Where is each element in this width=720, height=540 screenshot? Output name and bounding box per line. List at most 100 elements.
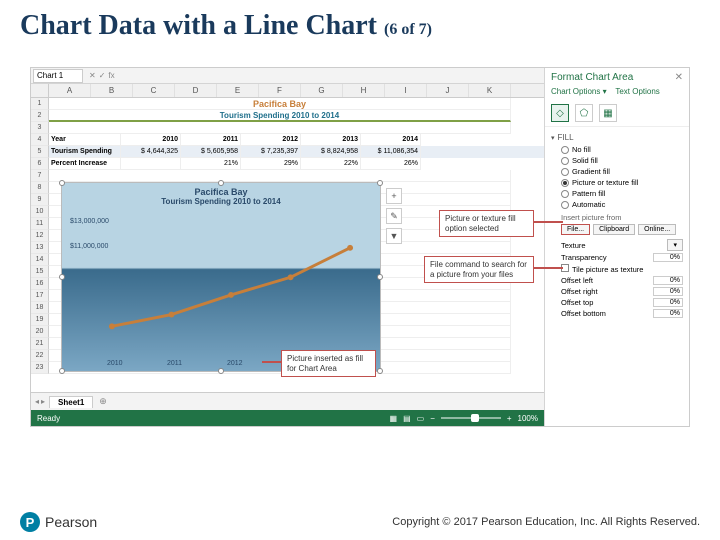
row-header[interactable]: 10 (31, 206, 49, 218)
row-header[interactable]: 18 (31, 302, 49, 314)
new-sheet-button[interactable]: ⊕ (93, 396, 113, 407)
row-header[interactable]: 9 (31, 194, 49, 206)
row-header[interactable]: 22 (31, 350, 49, 362)
chart-plot-area[interactable] (102, 238, 360, 346)
fill-line-icon[interactable]: ◇ (551, 104, 569, 122)
view-layout-icon[interactable]: ▤ (403, 414, 411, 423)
resize-handle[interactable] (377, 180, 383, 186)
enter-icon[interactable]: ✓ (99, 71, 106, 80)
row-header[interactable]: 5 (31, 146, 49, 158)
resize-handle[interactable] (218, 368, 224, 374)
cell[interactable]: $ 7,235,397 (241, 146, 301, 158)
close-icon[interactable]: ✕ (675, 72, 683, 83)
zoom-level[interactable]: 100% (518, 414, 538, 423)
col-header[interactable]: C (133, 84, 175, 97)
col-header[interactable]: I (385, 84, 427, 97)
cell-title[interactable]: Pacifica Bay (49, 98, 511, 110)
cell[interactable]: 2014 (361, 134, 421, 146)
radio-picture-fill[interactable]: Picture or texture fill (551, 177, 683, 188)
cell[interactable]: $ 4,644,325 (121, 146, 181, 158)
chart-subtitle[interactable]: Tourism Spending 2010 to 2014 (62, 197, 380, 206)
view-normal-icon[interactable]: ▦ (390, 414, 398, 423)
row-header[interactable]: 17 (31, 290, 49, 302)
resize-handle[interactable] (377, 274, 383, 280)
col-header[interactable]: D (175, 84, 217, 97)
row-header[interactable]: 21 (31, 338, 49, 350)
row-header[interactable]: 11 (31, 218, 49, 230)
clipboard-button[interactable]: Clipboard (593, 224, 635, 235)
cell[interactable]: 22% (301, 158, 361, 170)
offset-bottom-input[interactable]: 0% (653, 309, 683, 318)
radio-no-fill[interactable]: No fill (551, 144, 683, 155)
row-header[interactable]: 13 (31, 242, 49, 254)
row-header[interactable]: 8 (31, 182, 49, 194)
row-header[interactable]: 15 (31, 266, 49, 278)
row-header[interactable]: 23 (31, 362, 49, 374)
name-box[interactable]: Chart 1 (33, 69, 83, 83)
col-header[interactable]: H (343, 84, 385, 97)
cell[interactable] (121, 158, 181, 170)
cell[interactable]: $ 11,086,354 (361, 146, 421, 158)
cell[interactable]: $ 5,605,958 (181, 146, 241, 158)
cell[interactable]: Year (49, 134, 121, 146)
cell[interactable]: 2013 (301, 134, 361, 146)
col-header[interactable]: B (91, 84, 133, 97)
col-header[interactable]: F (259, 84, 301, 97)
chart-object[interactable]: Pacifica Bay Tourism Spending 2010 to 20… (61, 182, 381, 372)
texture-picker[interactable]: ▾ (667, 239, 683, 251)
col-header[interactable]: K (469, 84, 511, 97)
cell-subtitle[interactable]: Tourism Spending 2010 to 2014 (49, 110, 511, 122)
resize-handle[interactable] (218, 180, 224, 186)
fx-icon[interactable]: fx (108, 71, 114, 80)
fill-section-heading[interactable]: FILL (551, 131, 683, 144)
col-header[interactable]: G (301, 84, 343, 97)
resize-handle[interactable] (377, 368, 383, 374)
col-header[interactable]: E (217, 84, 259, 97)
cancel-icon[interactable]: ✕ (89, 71, 96, 80)
cell[interactable]: 2010 (121, 134, 181, 146)
effects-icon[interactable]: ⬠ (575, 104, 593, 122)
cell[interactable]: 21% (181, 158, 241, 170)
tile-checkbox[interactable]: Tile picture as texture (551, 263, 683, 275)
zoom-out-icon[interactable]: − (430, 414, 435, 423)
cell[interactable]: 2011 (181, 134, 241, 146)
radio-pattern-fill[interactable]: Pattern fill (551, 188, 683, 199)
radio-gradient-fill[interactable]: Gradient fill (551, 166, 683, 177)
offset-top-input[interactable]: 0% (653, 298, 683, 307)
file-button[interactable]: File... (561, 224, 590, 235)
chart-filters-button[interactable]: ▼ (386, 228, 402, 244)
cell[interactable]: 26% (361, 158, 421, 170)
chart-styles-button[interactable]: ✎ (386, 208, 402, 224)
row-header[interactable]: 12 (31, 230, 49, 242)
resize-handle[interactable] (59, 368, 65, 374)
resize-handle[interactable] (59, 180, 65, 186)
resize-handle[interactable] (59, 274, 65, 280)
radio-auto-fill[interactable]: Automatic (551, 199, 683, 210)
sheet-nav[interactable]: ◂▸ (31, 397, 49, 406)
view-break-icon[interactable]: ▭ (417, 414, 425, 423)
chart-elements-button[interactable]: + (386, 188, 402, 204)
row-header[interactable]: 14 (31, 254, 49, 266)
cell[interactable]: Tourism Spending (49, 146, 121, 158)
row-header[interactable]: 6 (31, 158, 49, 170)
cell[interactable]: $ 8,824,958 (301, 146, 361, 158)
zoom-in-icon[interactable]: + (507, 414, 512, 423)
row-header[interactable]: 3 (31, 122, 49, 134)
row-header[interactable]: 2 (31, 110, 49, 122)
row-header[interactable]: 7 (31, 170, 49, 182)
cell[interactable]: 2012 (241, 134, 301, 146)
cell[interactable]: Percent Increase (49, 158, 121, 170)
row-header[interactable]: 19 (31, 314, 49, 326)
text-options-link[interactable]: Text Options (615, 87, 659, 96)
row-header[interactable]: 1 (31, 98, 49, 110)
size-props-icon[interactable]: ▦ (599, 104, 617, 122)
chart-options-link[interactable]: Chart Options ▾ (551, 87, 607, 96)
col-header[interactable]: A (49, 84, 91, 97)
sheet-tab[interactable]: Sheet1 (49, 396, 93, 408)
offset-left-input[interactable]: 0% (653, 276, 683, 285)
zoom-slider[interactable] (441, 417, 501, 419)
online-button[interactable]: Online... (638, 224, 676, 235)
row-header[interactable]: 16 (31, 278, 49, 290)
radio-solid-fill[interactable]: Solid fill (551, 155, 683, 166)
offset-right-input[interactable]: 0% (653, 287, 683, 296)
